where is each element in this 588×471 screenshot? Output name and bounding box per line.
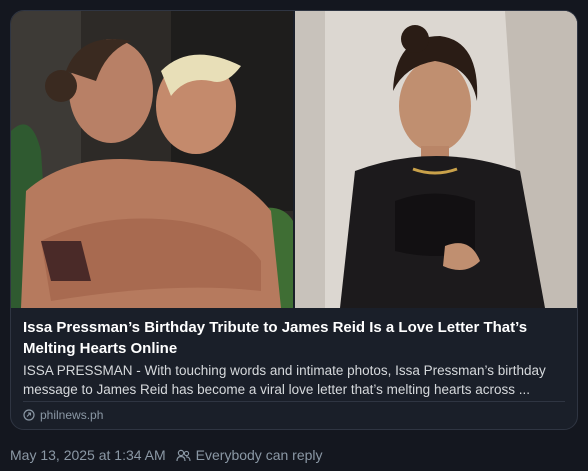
link-headline[interactable]: Issa Pressman’s Birthday Tribute to Jame… <box>23 317 567 359</box>
couple-photo <box>11 11 293 308</box>
card-divider <box>23 401 565 402</box>
link-preview-card[interactable]: Issa Pressman’s Birthday Tribute to Jame… <box>10 10 578 430</box>
post-meta: May 13, 2025 at 1:34 AM Everybody can re… <box>10 447 323 463</box>
preview-images[interactable] <box>11 11 577 308</box>
link-description: ISSA PRESSMAN - With touching words and … <box>23 363 546 397</box>
link-icon <box>23 409 35 421</box>
link-source[interactable]: philnews.ph <box>23 408 103 422</box>
portrait-photo <box>295 11 577 308</box>
reply-setting: Everybody can reply <box>176 447 323 463</box>
people-icon <box>176 449 191 462</box>
reply-setting-label: Everybody can reply <box>195 447 323 463</box>
post-timestamp[interactable]: May 13, 2025 at 1:34 AM <box>10 447 166 463</box>
source-domain: philnews.ph <box>40 408 104 422</box>
link-text[interactable]: Issa Pressman’s Birthday Tribute to Jame… <box>23 317 567 399</box>
